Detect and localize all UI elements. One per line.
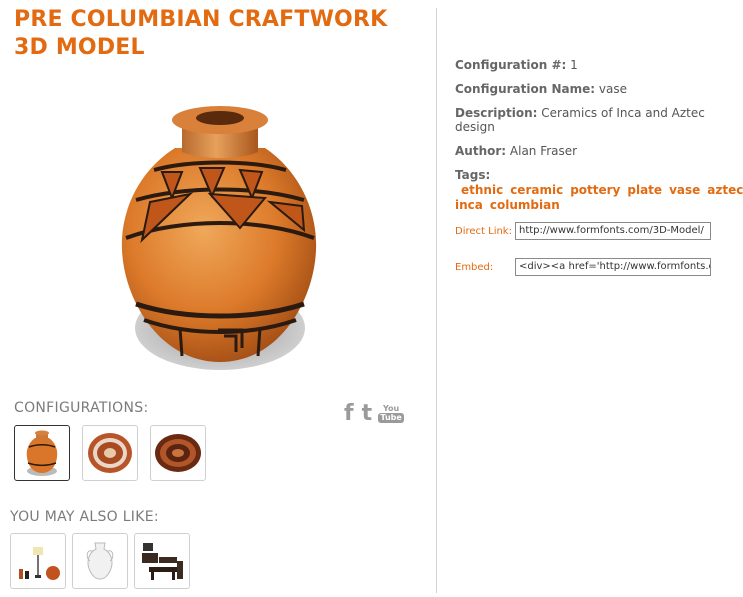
related-thumbnails: [10, 533, 190, 589]
tags-label: Tags:: [455, 168, 491, 182]
related-thumb-1[interactable]: [10, 533, 66, 589]
config-number-label: Configuration #:: [455, 58, 567, 72]
tag-link[interactable]: ethnic: [461, 183, 503, 197]
embed-label: Embed:: [455, 261, 494, 273]
tag-link[interactable]: columbian: [490, 198, 560, 212]
config-name-row: Configuration Name: vase: [455, 82, 735, 96]
details-panel: Configuration #: 1 Configuration Name: v…: [455, 58, 743, 276]
configuration-thumbnails: [14, 425, 206, 481]
vase-thumb-icon: [26, 430, 58, 476]
related-thumb-3[interactable]: [134, 533, 190, 589]
description-row: Description: Ceramics of Inca and Aztec …: [455, 106, 735, 134]
direct-link-field[interactable]: http://www.formfonts.com/3D-Model/: [515, 222, 711, 240]
title-line-2: 3D MODEL: [14, 35, 145, 60]
page-title: PRE COLUMBIAN CRAFTWORK 3D MODEL: [14, 6, 424, 62]
config-thumb-plate-1[interactable]: [82, 425, 138, 481]
tag-link[interactable]: plate: [627, 183, 662, 197]
youtube-tube: Tube: [378, 413, 404, 423]
embed-code-field[interactable]: <div><a href='http://www.formfonts.c: [515, 258, 711, 276]
direct-link-label: Direct Link:: [455, 225, 512, 237]
plate-thumb-icon: [88, 433, 132, 473]
tag-link[interactable]: pottery: [570, 183, 620, 197]
author-value: Alan Fraser: [509, 144, 578, 158]
description-label: Description:: [455, 106, 538, 120]
tag-link[interactable]: ceramic: [510, 183, 563, 197]
lamp-set-thumb-icon: [19, 547, 60, 580]
furniture-set-thumb-icon: [142, 543, 183, 580]
youtube-you: You: [382, 404, 400, 413]
author-row: Author: Alan Fraser: [455, 144, 735, 158]
title-line-1: PRE COLUMBIAN CRAFTWORK: [14, 7, 388, 32]
config-name-value: vase: [598, 82, 627, 96]
you-may-also-like-label: YOU MAY ALSO LIKE:: [10, 509, 159, 525]
config-thumb-vase[interactable]: [14, 425, 70, 481]
tags-list-line-2: inca columbian: [455, 198, 735, 212]
author-label: Author:: [455, 144, 507, 158]
facebook-icon[interactable]: f: [344, 401, 354, 426]
youtube-icon[interactable]: You Tube: [378, 402, 404, 426]
config-number-row: Configuration #: 1: [455, 58, 735, 72]
column-divider: [436, 8, 437, 593]
left-panel: PRE COLUMBIAN CRAFTWORK 3D MODEL CONFIGU…: [0, 0, 436, 597]
tag-link[interactable]: inca: [455, 198, 483, 212]
model-viewer[interactable]: [90, 90, 350, 390]
configurations-label: CONFIGURATIONS:: [14, 400, 149, 416]
config-name-label: Configuration Name:: [455, 82, 596, 96]
tags-list: ethnic ceramic pottery plate vase aztec: [455, 183, 743, 197]
direct-link-row: Direct Link: http://www.formfonts.com/3D…: [455, 222, 735, 240]
config-number-value: 1: [570, 58, 578, 72]
twitter-icon[interactable]: t: [362, 401, 373, 426]
social-links: f t You Tube: [344, 401, 404, 426]
white-vase-thumb-icon: [86, 542, 114, 580]
related-thumb-2[interactable]: [72, 533, 128, 589]
plate-thumb-icon-2: [155, 434, 201, 472]
tag-link[interactable]: aztec: [707, 183, 743, 197]
tags-row: Tags: ethnic ceramic pottery plate vase aztec…: [455, 168, 743, 212]
tag-link[interactable]: vase: [669, 183, 700, 197]
config-thumb-plate-2[interactable]: [150, 425, 206, 481]
embed-row: Embed: <div><a href='http://www.formfont…: [455, 258, 735, 276]
